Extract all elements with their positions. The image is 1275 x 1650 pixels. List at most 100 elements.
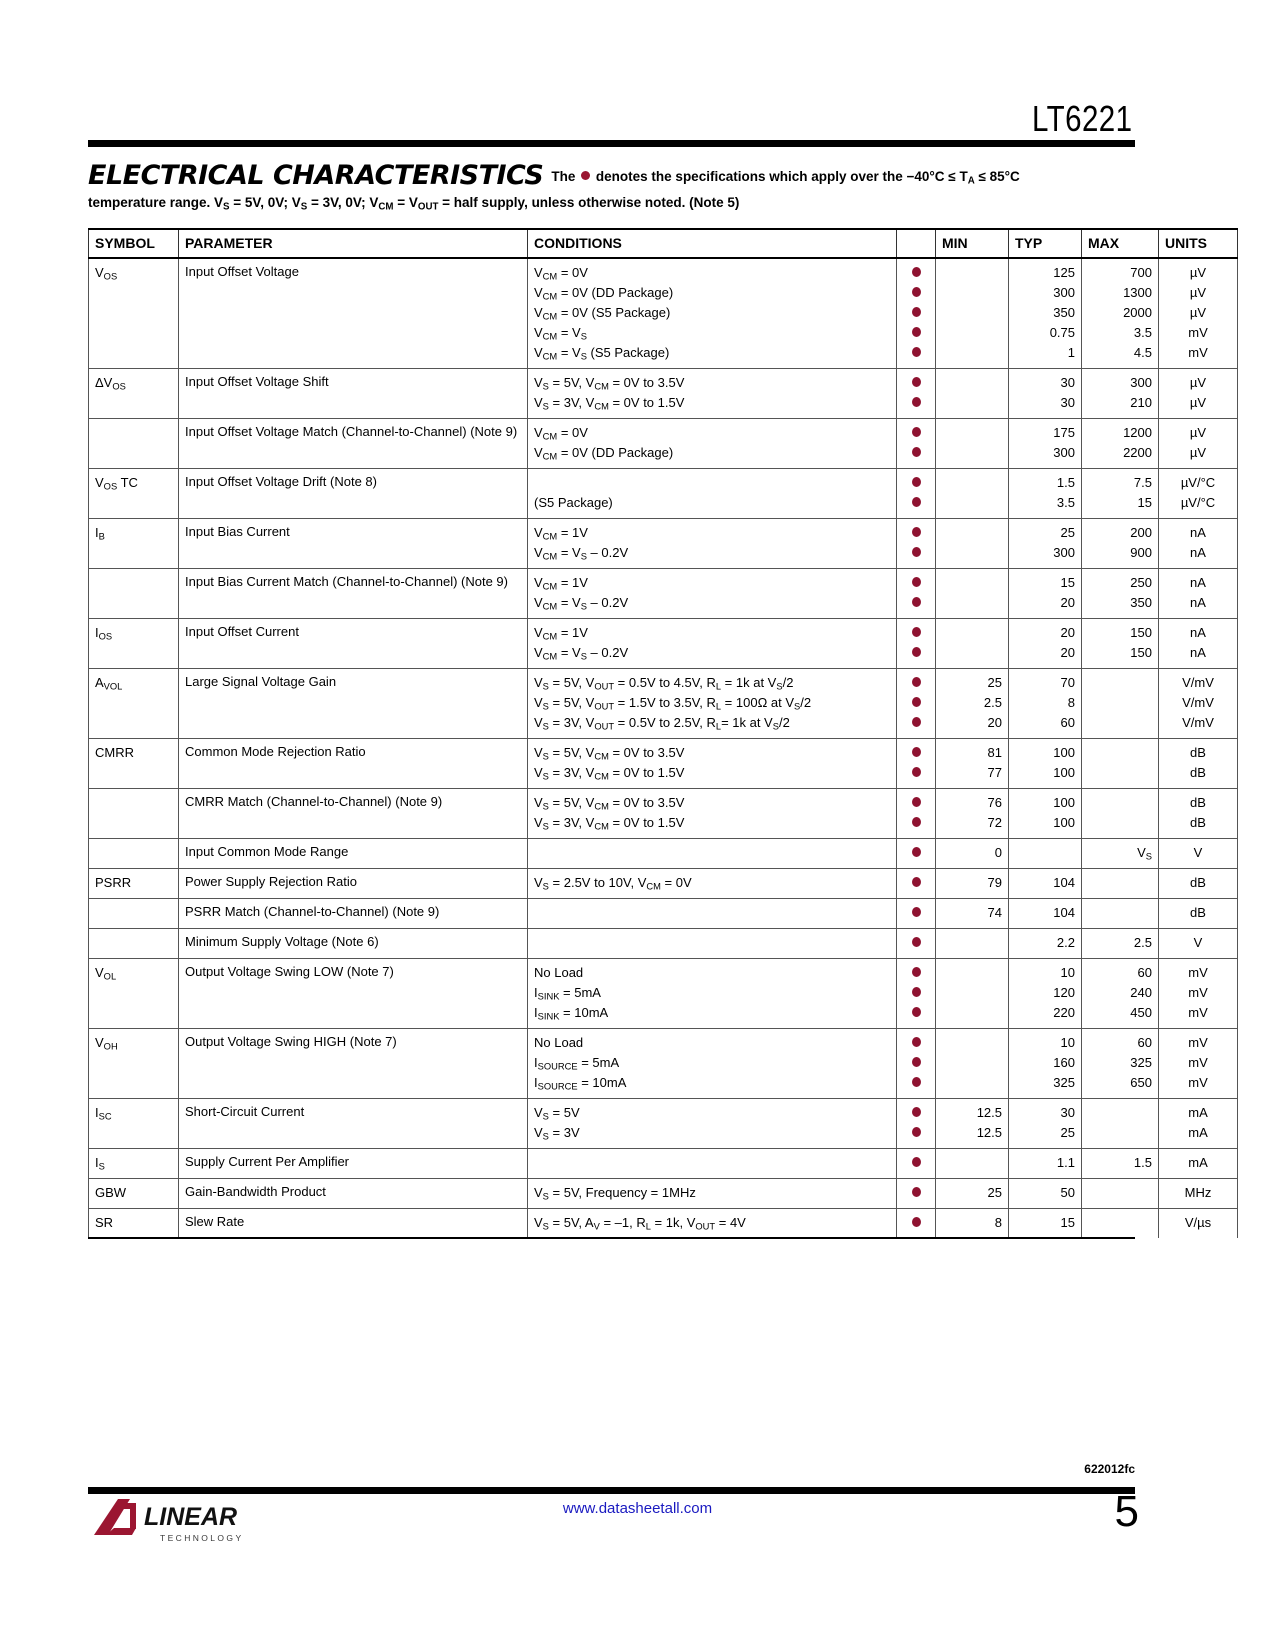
cell-conditions: VS = 5V, VCM = 0V to 3.5V VS = 3V, VCM = … bbox=[527, 368, 897, 419]
cell-conditions: VS = 5V, Frequency = 1MHz bbox=[527, 1178, 897, 1209]
cell-units: dB bbox=[1158, 898, 1238, 929]
cell-min bbox=[935, 958, 1009, 1029]
cell-dot bbox=[896, 1028, 936, 1099]
table-row: PSRR Power Supply Rejection Ratio VS = 2.5… bbox=[88, 868, 1238, 899]
cell-max: VS bbox=[1081, 838, 1159, 869]
cell-units: µV µV µV mV mV bbox=[1158, 257, 1238, 369]
cell-conditions: No Load ISINK = 5mA ISINK = 10mA bbox=[527, 958, 897, 1029]
cell-symbol: ΔVOS bbox=[88, 368, 179, 419]
cell-typ: 1.1 bbox=[1008, 1148, 1082, 1179]
cell-units: dB dB bbox=[1158, 788, 1238, 839]
cell-symbol bbox=[88, 418, 179, 469]
cell-parameter: Supply Current Per Amplifier bbox=[178, 1148, 528, 1179]
cell-typ: 125 300 350 0.75 1 bbox=[1008, 257, 1082, 369]
cell-typ: 15 20 bbox=[1008, 568, 1082, 619]
spec-bullet-icon bbox=[911, 677, 921, 687]
cell-conditions bbox=[527, 838, 897, 869]
cell-conditions: No Load ISOURCE = 5mA ISOURCE = 10mA bbox=[527, 1028, 897, 1099]
cell-max bbox=[1081, 788, 1159, 839]
cell-parameter: Slew Rate bbox=[178, 1208, 528, 1238]
bullet-dot-icon bbox=[581, 171, 591, 180]
cell-symbol: AVOL bbox=[88, 668, 179, 739]
spec-bullet-icon bbox=[911, 1217, 921, 1227]
spec-bullet-icon bbox=[911, 307, 921, 317]
note-prefix: The bbox=[551, 169, 576, 184]
cell-units: V/µs bbox=[1158, 1208, 1238, 1238]
section-note-line1: The denotes the specifications which app… bbox=[543, 169, 1019, 187]
cell-min bbox=[935, 468, 1009, 519]
cell-symbol bbox=[88, 928, 179, 959]
section-header: ELECTRICAL CHARACTERISTICS The denotes th… bbox=[88, 160, 1135, 215]
cell-dot bbox=[896, 868, 936, 899]
footer-url[interactable]: www.datasheetall.com bbox=[0, 1500, 1275, 1517]
cell-dot bbox=[896, 958, 936, 1029]
cell-typ: 25 300 bbox=[1008, 518, 1082, 569]
column-header-symbol: SYMBOL bbox=[88, 228, 179, 259]
spec-bullet-icon bbox=[911, 547, 921, 557]
cell-typ: 175 300 bbox=[1008, 418, 1082, 469]
cell-dot bbox=[896, 618, 936, 669]
cell-symbol: CMRR bbox=[88, 738, 179, 789]
cell-conditions: (S5 Package) bbox=[527, 468, 897, 519]
table-row: Minimum Supply Voltage (Note 6) 2.2 2.5 V bbox=[88, 928, 1238, 959]
cell-max: 1200 2200 bbox=[1081, 418, 1159, 469]
cell-parameter: Output Voltage Swing HIGH (Note 7) bbox=[178, 1028, 528, 1099]
cell-max: 60 325 650 bbox=[1081, 1028, 1159, 1099]
cell-typ: 1.5 3.5 bbox=[1008, 468, 1082, 519]
cell-units: MHz bbox=[1158, 1178, 1238, 1209]
cell-typ: 100 100 bbox=[1008, 788, 1082, 839]
spec-bullet-icon bbox=[911, 597, 921, 607]
cell-min: 81 77 bbox=[935, 738, 1009, 789]
cell-parameter: Input Offset Voltage Match (Channel-to-C… bbox=[178, 418, 528, 469]
table-row: AVOL Large Signal Voltage Gain VS = 5V, VO… bbox=[88, 668, 1238, 739]
cell-symbol: VOH bbox=[88, 1028, 179, 1099]
cell-min: 12.5 12.5 bbox=[935, 1098, 1009, 1149]
cell-dot bbox=[896, 668, 936, 739]
cell-conditions: VCM = 1V VCM = VS – 0.2V bbox=[527, 518, 897, 569]
column-header-typ: TYP bbox=[1008, 228, 1082, 259]
spec-bullet-icon bbox=[911, 1107, 921, 1117]
spec-bullet-icon bbox=[911, 697, 921, 707]
cell-symbol: IB bbox=[88, 518, 179, 569]
table-row: VOH Output Voltage Swing HIGH (Note 7) No … bbox=[88, 1028, 1238, 1099]
cell-symbol: PSRR bbox=[88, 868, 179, 899]
section-note-line2: temperature range. VS = 5V, 0V; VS = 3V,… bbox=[88, 195, 740, 213]
cell-min bbox=[935, 618, 1009, 669]
cell-conditions: VCM = 0V VCM = 0V (DD Package) bbox=[527, 418, 897, 469]
cell-typ: 104 bbox=[1008, 898, 1082, 929]
column-header-max: MAX bbox=[1081, 228, 1159, 259]
cell-typ: 100 100 bbox=[1008, 738, 1082, 789]
cell-units: nA nA bbox=[1158, 618, 1238, 669]
table-row: IS Supply Current Per Amplifier 1.1 1.5 mA bbox=[88, 1148, 1238, 1179]
column-header-units: UNITS bbox=[1158, 228, 1238, 259]
footer-url-text[interactable]: www.datasheetall.com bbox=[563, 1500, 712, 1517]
cell-min bbox=[935, 568, 1009, 619]
document-code: 622012fc bbox=[1084, 1462, 1135, 1476]
cell-min: 25 bbox=[935, 1178, 1009, 1209]
cell-min: 74 bbox=[935, 898, 1009, 929]
spec-bullet-icon bbox=[911, 377, 921, 387]
cell-symbol bbox=[88, 568, 179, 619]
cell-typ bbox=[1008, 838, 1082, 869]
cell-conditions bbox=[527, 898, 897, 929]
table-row: Input Offset Voltage Match (Channel-to-C… bbox=[88, 418, 1238, 469]
cell-units: dB dB bbox=[1158, 738, 1238, 789]
cell-min: 79 bbox=[935, 868, 1009, 899]
spec-bullet-icon bbox=[911, 717, 921, 727]
cell-units: mA bbox=[1158, 1148, 1238, 1179]
cell-units: mV mV mV bbox=[1158, 1028, 1238, 1099]
spec-bullet-icon bbox=[911, 967, 921, 977]
spec-bullet-icon bbox=[911, 987, 921, 997]
cell-max: 700 1300 2000 3.5 4.5 bbox=[1081, 257, 1159, 369]
cell-max: 250 350 bbox=[1081, 568, 1159, 619]
table-row: PSRR Match (Channel-to-Channel) (Note 9)… bbox=[88, 898, 1238, 929]
cell-conditions: VS = 2.5V to 10V, VCM = 0V bbox=[527, 868, 897, 899]
cell-dot bbox=[896, 418, 936, 469]
cell-max bbox=[1081, 668, 1159, 739]
cell-units: µV µV bbox=[1158, 418, 1238, 469]
cell-parameter: Input Offset Voltage bbox=[178, 257, 528, 369]
spec-bullet-icon bbox=[911, 327, 921, 337]
cell-typ: 50 bbox=[1008, 1178, 1082, 1209]
table-header-row: SYMBOL PARAMETER CONDITIONS MIN TYP MAX … bbox=[88, 228, 1238, 259]
spec-bullet-icon bbox=[911, 1077, 921, 1087]
